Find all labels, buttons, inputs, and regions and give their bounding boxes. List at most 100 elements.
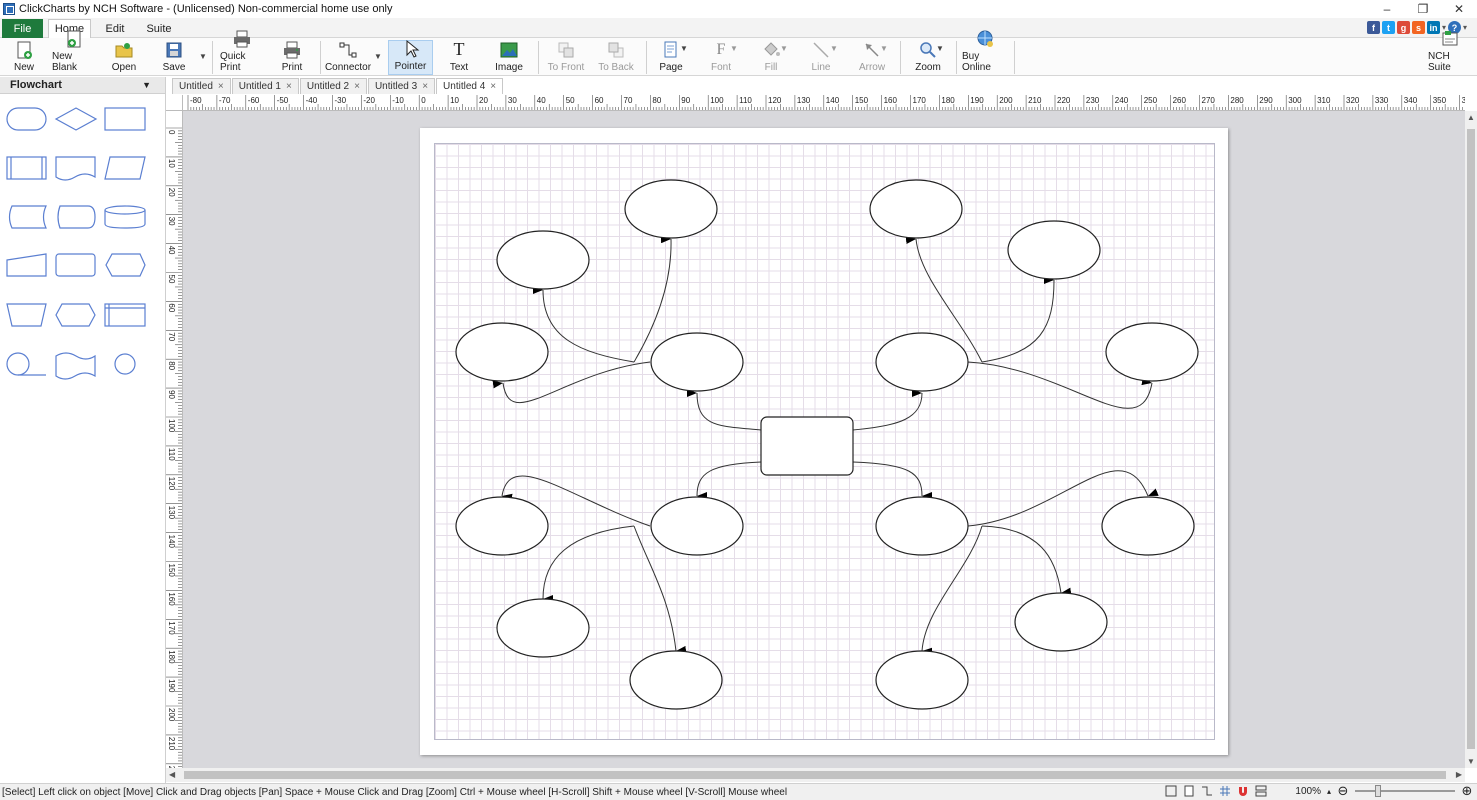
close-tab-icon[interactable]: × bbox=[422, 81, 428, 92]
to-front-button[interactable]: To Front bbox=[546, 40, 586, 75]
shape-decision[interactable] bbox=[54, 107, 98, 131]
zoom-out-icon[interactable]: ⊖ bbox=[1337, 783, 1349, 798]
shape-manual-input[interactable] bbox=[6, 253, 47, 277]
minimize-button[interactable]: – bbox=[1369, 0, 1405, 18]
scroll-down-icon[interactable]: ▼ bbox=[1467, 757, 1475, 766]
print-button[interactable]: Print bbox=[276, 40, 308, 75]
twitter-icon[interactable]: t bbox=[1381, 21, 1395, 34]
node-ellipse[interactable] bbox=[455, 322, 549, 382]
connector-line[interactable] bbox=[852, 461, 933, 500]
tab-untitled-2[interactable]: Untitled 2 × bbox=[299, 78, 367, 94]
magnet-icon[interactable] bbox=[1237, 785, 1249, 797]
buy-online-button[interactable]: Buy Online bbox=[962, 30, 1008, 75]
node-ellipse[interactable] bbox=[629, 650, 723, 710]
tab-untitled-1[interactable]: Untitled 1 × bbox=[231, 78, 299, 94]
node-ellipse[interactable] bbox=[650, 496, 744, 556]
zoom-in-icon[interactable]: ⊕ bbox=[1461, 783, 1473, 798]
panel-header[interactable]: Flowchart ▼ bbox=[0, 77, 165, 94]
font-dropdown-icon[interactable]: ▼ bbox=[730, 44, 738, 53]
shape-display[interactable] bbox=[105, 253, 146, 277]
quick-print-button[interactable]: Quick Print bbox=[220, 30, 264, 75]
shape-delay[interactable] bbox=[57, 205, 96, 229]
connector-dropdown-icon[interactable]: ▼ bbox=[374, 52, 382, 61]
help-dropdown-icon[interactable]: ▾ bbox=[1463, 23, 1467, 32]
zoom-slider[interactable] bbox=[1355, 785, 1455, 797]
shape-preparation[interactable] bbox=[55, 303, 96, 327]
scroll-right-icon[interactable]: ▶ bbox=[1456, 770, 1462, 779]
save-dropdown-icon[interactable]: ▼ bbox=[199, 52, 207, 61]
zoom-slider-knob[interactable] bbox=[1375, 785, 1381, 797]
line-dropdown-icon[interactable]: ▼ bbox=[830, 44, 838, 53]
shape-connector[interactable] bbox=[114, 353, 136, 375]
node-ellipse[interactable] bbox=[1014, 592, 1108, 652]
menu-suite[interactable]: Suite bbox=[139, 19, 179, 38]
node-ellipse[interactable] bbox=[875, 496, 969, 556]
panel-dropdown-icon[interactable]: ▼ bbox=[142, 80, 151, 90]
shape-rounded-rect[interactable] bbox=[55, 253, 96, 277]
node-ellipse[interactable] bbox=[650, 332, 744, 392]
shape-document[interactable] bbox=[55, 156, 96, 181]
shape-terminator[interactable] bbox=[6, 107, 47, 131]
scroll-up-icon[interactable]: ▲ bbox=[1467, 113, 1475, 122]
open-button[interactable]: Open bbox=[108, 40, 140, 75]
shape-database[interactable] bbox=[104, 205, 146, 229]
central-node[interactable] bbox=[760, 416, 854, 476]
connector-line[interactable] bbox=[686, 389, 762, 431]
connector-line[interactable] bbox=[852, 388, 923, 431]
tab-untitled-4[interactable]: Untitled 4 × bbox=[436, 78, 504, 94]
shape-internal-storage[interactable] bbox=[104, 303, 146, 327]
page-view-icon[interactable] bbox=[1183, 785, 1195, 797]
connector-line[interactable] bbox=[542, 525, 635, 604]
node-ellipse[interactable] bbox=[1105, 322, 1199, 382]
connector-line[interactable] bbox=[981, 275, 1055, 363]
close-tab-icon[interactable]: × bbox=[286, 81, 292, 92]
node-ellipse[interactable] bbox=[1101, 496, 1195, 556]
restore-button[interactable]: ❐ bbox=[1405, 0, 1441, 18]
node-ellipse[interactable] bbox=[875, 650, 969, 710]
node-ellipse[interactable] bbox=[869, 179, 963, 239]
new-blank-button[interactable]: New Blank bbox=[52, 30, 96, 75]
shape-data[interactable] bbox=[104, 156, 146, 180]
shape-sequential-data[interactable] bbox=[6, 352, 46, 376]
connector-line[interactable] bbox=[532, 286, 635, 363]
tab-untitled-3[interactable]: Untitled 3 × bbox=[367, 78, 436, 94]
connector-mode-icon[interactable] bbox=[1201, 785, 1213, 797]
menu-edit[interactable]: Edit bbox=[96, 19, 134, 38]
pointer-button[interactable]: Pointer bbox=[388, 39, 433, 75]
close-tab-icon[interactable]: × bbox=[354, 81, 360, 92]
page-dropdown-icon[interactable]: ▼ bbox=[680, 44, 688, 53]
fill-dropdown-icon[interactable]: ▼ bbox=[780, 44, 788, 53]
menu-file[interactable]: File bbox=[2, 19, 43, 38]
diagram-canvas[interactable] bbox=[420, 128, 1228, 755]
close-button[interactable]: ✕ bbox=[1441, 0, 1477, 18]
tab-untitled[interactable]: Untitled × bbox=[172, 78, 231, 94]
shape-stored-data[interactable] bbox=[8, 205, 47, 229]
image-button[interactable]: Image bbox=[492, 40, 526, 75]
to-back-button[interactable]: To Back bbox=[597, 40, 635, 75]
diagram-page[interactable] bbox=[420, 128, 1228, 755]
vertical-scroll-thumb[interactable] bbox=[1467, 129, 1475, 749]
vertical-scrollbar[interactable]: ▲ ▼ bbox=[1465, 111, 1477, 768]
connector-line[interactable] bbox=[981, 525, 1072, 596]
node-ellipse[interactable] bbox=[496, 230, 590, 290]
zoom-level-dropdown-icon[interactable]: ▴ bbox=[1327, 787, 1331, 796]
close-tab-icon[interactable]: × bbox=[490, 81, 496, 92]
horizontal-scroll-thumb[interactable] bbox=[184, 771, 1446, 779]
connector-line[interactable] bbox=[696, 461, 762, 501]
node-ellipse[interactable] bbox=[1007, 220, 1101, 280]
stumbleupon-icon[interactable]: s bbox=[1411, 21, 1425, 34]
arrow-dropdown-icon[interactable]: ▼ bbox=[880, 44, 888, 53]
save-button[interactable]: Save bbox=[158, 40, 190, 75]
canvas-area[interactable] bbox=[183, 111, 1465, 768]
node-ellipse[interactable] bbox=[455, 496, 549, 556]
scroll-left-icon[interactable]: ◀ bbox=[169, 770, 175, 779]
text-button[interactable]: T Text bbox=[442, 39, 476, 75]
snap-grid-icon[interactable] bbox=[1219, 785, 1231, 797]
facebook-icon[interactable]: f bbox=[1366, 21, 1380, 34]
node-ellipse[interactable] bbox=[496, 598, 590, 658]
new-button[interactable]: New bbox=[6, 40, 42, 75]
nch-suite-button[interactable]: NCH Suite bbox=[1428, 30, 1472, 75]
horizontal-scrollbar[interactable]: ◀ ▶ bbox=[166, 768, 1465, 782]
close-tab-icon[interactable]: × bbox=[218, 81, 224, 92]
fit-page-icon[interactable] bbox=[1165, 785, 1177, 797]
